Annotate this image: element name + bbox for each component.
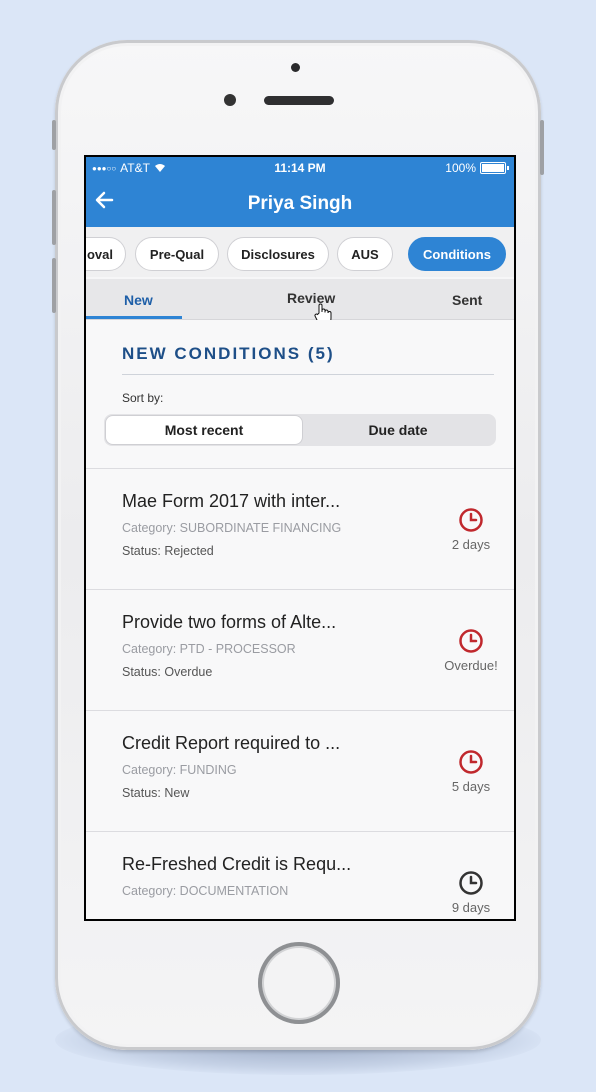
clock-icon (459, 629, 483, 653)
title-divider (122, 374, 494, 375)
tab-new[interactable]: New (124, 292, 153, 308)
active-tab-indicator (86, 316, 182, 319)
condition-title: Mae Form 2017 with inter... (122, 491, 341, 511)
condition-item[interactable]: Credit Report required to ... Category: … (86, 711, 514, 831)
chip-conditions[interactable]: Conditions (408, 237, 506, 271)
due-label: 9 days (451, 900, 491, 915)
condition-category: Category: SUBORDINATE FINANCING (122, 521, 342, 535)
condition-tabs: New Review Sent (86, 279, 514, 320)
power-button (540, 120, 544, 175)
sort-due-date[interactable]: Due date (302, 416, 494, 444)
sort-segmented-control: Most recent Due date (104, 414, 496, 446)
condition-title: Re-Freshed Credit is Requ... (122, 854, 352, 874)
condition-title: Provide two forms of Alte... (122, 612, 337, 632)
battery-icon (480, 162, 509, 174)
earpiece-speaker (264, 96, 334, 105)
condition-item[interactable]: Mae Form 2017 with inter... Category: SU… (86, 469, 514, 589)
front-camera (224, 94, 236, 106)
app-header: ●●●○○ AT&T 11:14 PM 100% Priya Singh (86, 157, 514, 227)
phone-screen: ●●●○○ AT&T 11:14 PM 100% Priya Singh ova… (84, 155, 516, 921)
volume-down-button (52, 258, 56, 313)
chip-label: Conditions (423, 246, 491, 262)
clock-icon (459, 750, 483, 774)
due-label: 5 days (451, 779, 491, 794)
chip-label: Pre-Qual (149, 246, 205, 262)
condition-category: Category: DOCUMENTATION (122, 884, 289, 898)
condition-status: Status: Rejected (122, 544, 214, 558)
section-chips: oval Pre-Qual Disclosures AUS Conditions (86, 227, 514, 277)
chip-label: AUS (351, 246, 379, 262)
mute-switch (52, 120, 56, 150)
tab-sent[interactable]: Sent (452, 292, 482, 308)
condition-title: Credit Report required to ... (122, 733, 341, 753)
condition-category: Category: FUNDING (122, 763, 237, 777)
front-sensor (291, 63, 300, 72)
chip-disclosures[interactable]: Disclosures (227, 237, 329, 271)
battery-percent: 100% (445, 161, 476, 175)
condition-item[interactable]: Re-Freshed Credit is Requ... Category: D… (86, 832, 514, 919)
due-label: Overdue! (444, 658, 498, 673)
chip-approval[interactable]: oval (86, 237, 126, 271)
chip-label: Disclosures (241, 246, 315, 262)
section-title: NEW CONDITIONS (5) (122, 344, 335, 363)
page-title: Priya Singh (247, 193, 353, 214)
volume-up-button (52, 190, 56, 245)
chip-aus[interactable]: AUS (337, 237, 393, 271)
condition-item[interactable]: Provide two forms of Alte... Category: P… (86, 590, 514, 710)
sort-most-recent[interactable]: Most recent (106, 416, 302, 444)
clock-icon (459, 508, 483, 532)
chip-label: oval (86, 246, 113, 262)
chip-pre-qual[interactable]: Pre-Qual (135, 237, 219, 271)
condition-category: Category: PTD - PROCESSOR (122, 642, 296, 656)
status-battery: 100% (445, 161, 509, 175)
home-button[interactable] (258, 942, 340, 1024)
sort-label: Sort by: (122, 391, 164, 405)
due-label: 2 days (451, 537, 491, 552)
clock-icon (459, 871, 483, 895)
condition-status: Status: Overdue (122, 665, 213, 679)
conditions-list: NEW CONDITIONS (5) Sort by: Most recent … (86, 320, 514, 919)
condition-status: Status: New (122, 786, 190, 800)
app-screen: ●●●○○ AT&T 11:14 PM 100% Priya Singh ova… (86, 157, 514, 919)
